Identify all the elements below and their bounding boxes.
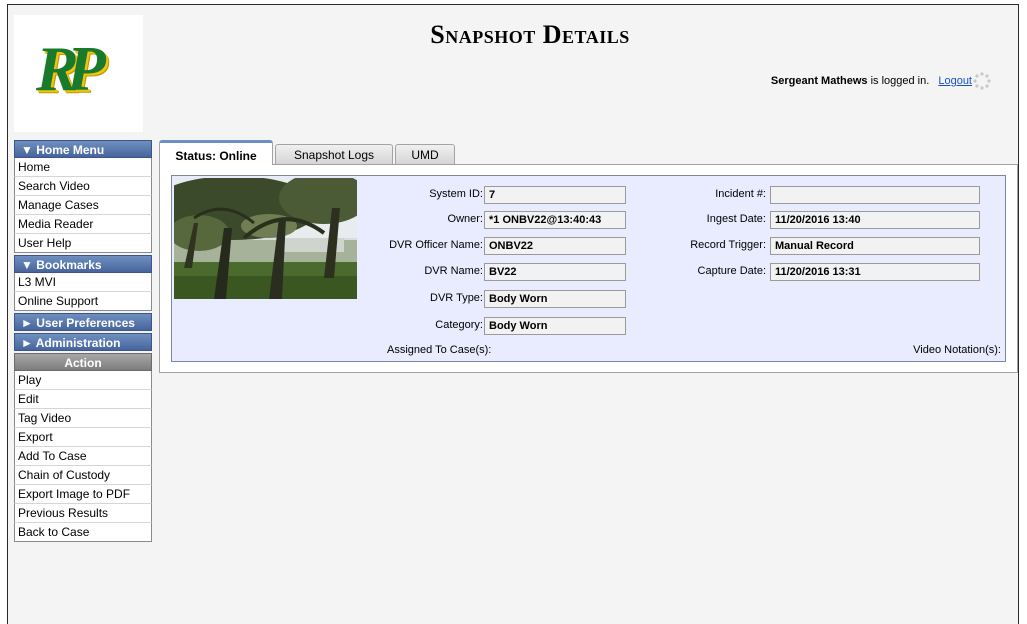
details-panel: System ID: 7 Owner: *1 ONBV22@13:40:43 D… [159,164,1018,373]
action-export[interactable]: Export [14,428,152,447]
action-edit[interactable]: Edit [14,390,152,409]
action-list: Play Edit Tag Video Export Add To Case C… [14,371,152,542]
video-notations-label: Video Notation(s): [913,344,1001,356]
system-id-label: System ID: [429,188,483,200]
system-id-field: 7 [484,186,626,204]
agency-logo: RP [14,15,143,132]
logo-text: RP [36,33,106,104]
category-field: Body Worn [484,317,626,335]
tab-status-online[interactable]: Status: Online [159,140,273,165]
action-play[interactable]: Play [14,371,152,390]
bookmarks-header[interactable]: ▼ Bookmarks [14,255,152,273]
bookmarks-list: L3 MVI Online Support [14,273,152,311]
owner-field: *1 ONBV22@13:40:43 [484,211,626,229]
administration-header[interactable]: ► Administration [14,333,152,351]
home-menu-list: Home Search Video Manage Cases Media Rea… [14,158,152,253]
sidebar-item-home[interactable]: Home [14,158,152,177]
record-trigger-label: Record Trigger: [690,239,766,251]
sidebar: ▼ Home Menu Home Search Video Manage Cas… [14,140,152,542]
dvr-type-label: DVR Type: [430,292,483,304]
logout-link[interactable]: Logout [938,75,972,87]
dvr-officer-name-field: ONBV22 [484,237,626,255]
action-previous-results[interactable]: Previous Results [14,504,152,523]
tab-umd[interactable]: UMD [395,144,455,165]
action-chain-of-custody[interactable]: Chain of Custody [14,466,152,485]
ingest-date-label: Ingest Date: [706,213,766,225]
sidebar-item-manage-cases[interactable]: Manage Cases [14,196,152,215]
category-label: Category: [435,319,483,331]
dvr-officer-name-label: DVR Officer Name: [389,239,483,251]
action-back-to-case[interactable]: Back to Case [14,523,152,542]
action-tag-video[interactable]: Tag Video [14,409,152,428]
tab-snapshot-logs[interactable]: Snapshot Logs [275,144,393,165]
loading-spinner-icon [973,72,991,90]
sidebar-item-user-help[interactable]: User Help [14,234,152,253]
record-trigger-field: Manual Record [770,237,980,255]
snapshot-thumbnail[interactable] [174,178,357,299]
sidebar-item-search-video[interactable]: Search Video [14,177,152,196]
incident-number-label: Incident #: [715,188,766,200]
action-header: Action [14,353,152,371]
incident-number-field [770,186,980,204]
dvr-name-label: DVR Name: [424,265,483,277]
action-export-image-to-pdf[interactable]: Export Image to PDF [14,485,152,504]
page-title: Snapshot Details [430,20,630,49]
user-preferences-header[interactable]: ► User Preferences [14,313,152,331]
dvr-type-field: Body Worn [484,290,626,308]
ingest-date-field: 11/20/2016 13:40 [770,211,980,229]
capture-date-field: 11/20/2016 13:31 [770,263,980,281]
details-inner: System ID: 7 Owner: *1 ONBV22@13:40:43 D… [171,175,1006,362]
sidebar-item-online-support[interactable]: Online Support [14,292,152,311]
sidebar-item-l3-mvi[interactable]: L3 MVI [14,273,152,292]
login-status: Sergeant Mathews is logged in. Logout [771,75,972,87]
home-menu-header[interactable]: ▼ Home Menu [14,140,152,158]
user-name: Sergeant Mathews [770,75,868,87]
dvr-name-field: BV22 [484,263,626,281]
capture-date-label: Capture Date: [697,265,766,277]
sidebar-item-media-reader[interactable]: Media Reader [14,215,152,234]
logged-in-text: is logged in. [867,75,930,87]
owner-label: Owner: [447,213,483,225]
action-add-to-case[interactable]: Add To Case [14,447,152,466]
assigned-to-cases-label: Assigned To Case(s): [387,344,492,356]
